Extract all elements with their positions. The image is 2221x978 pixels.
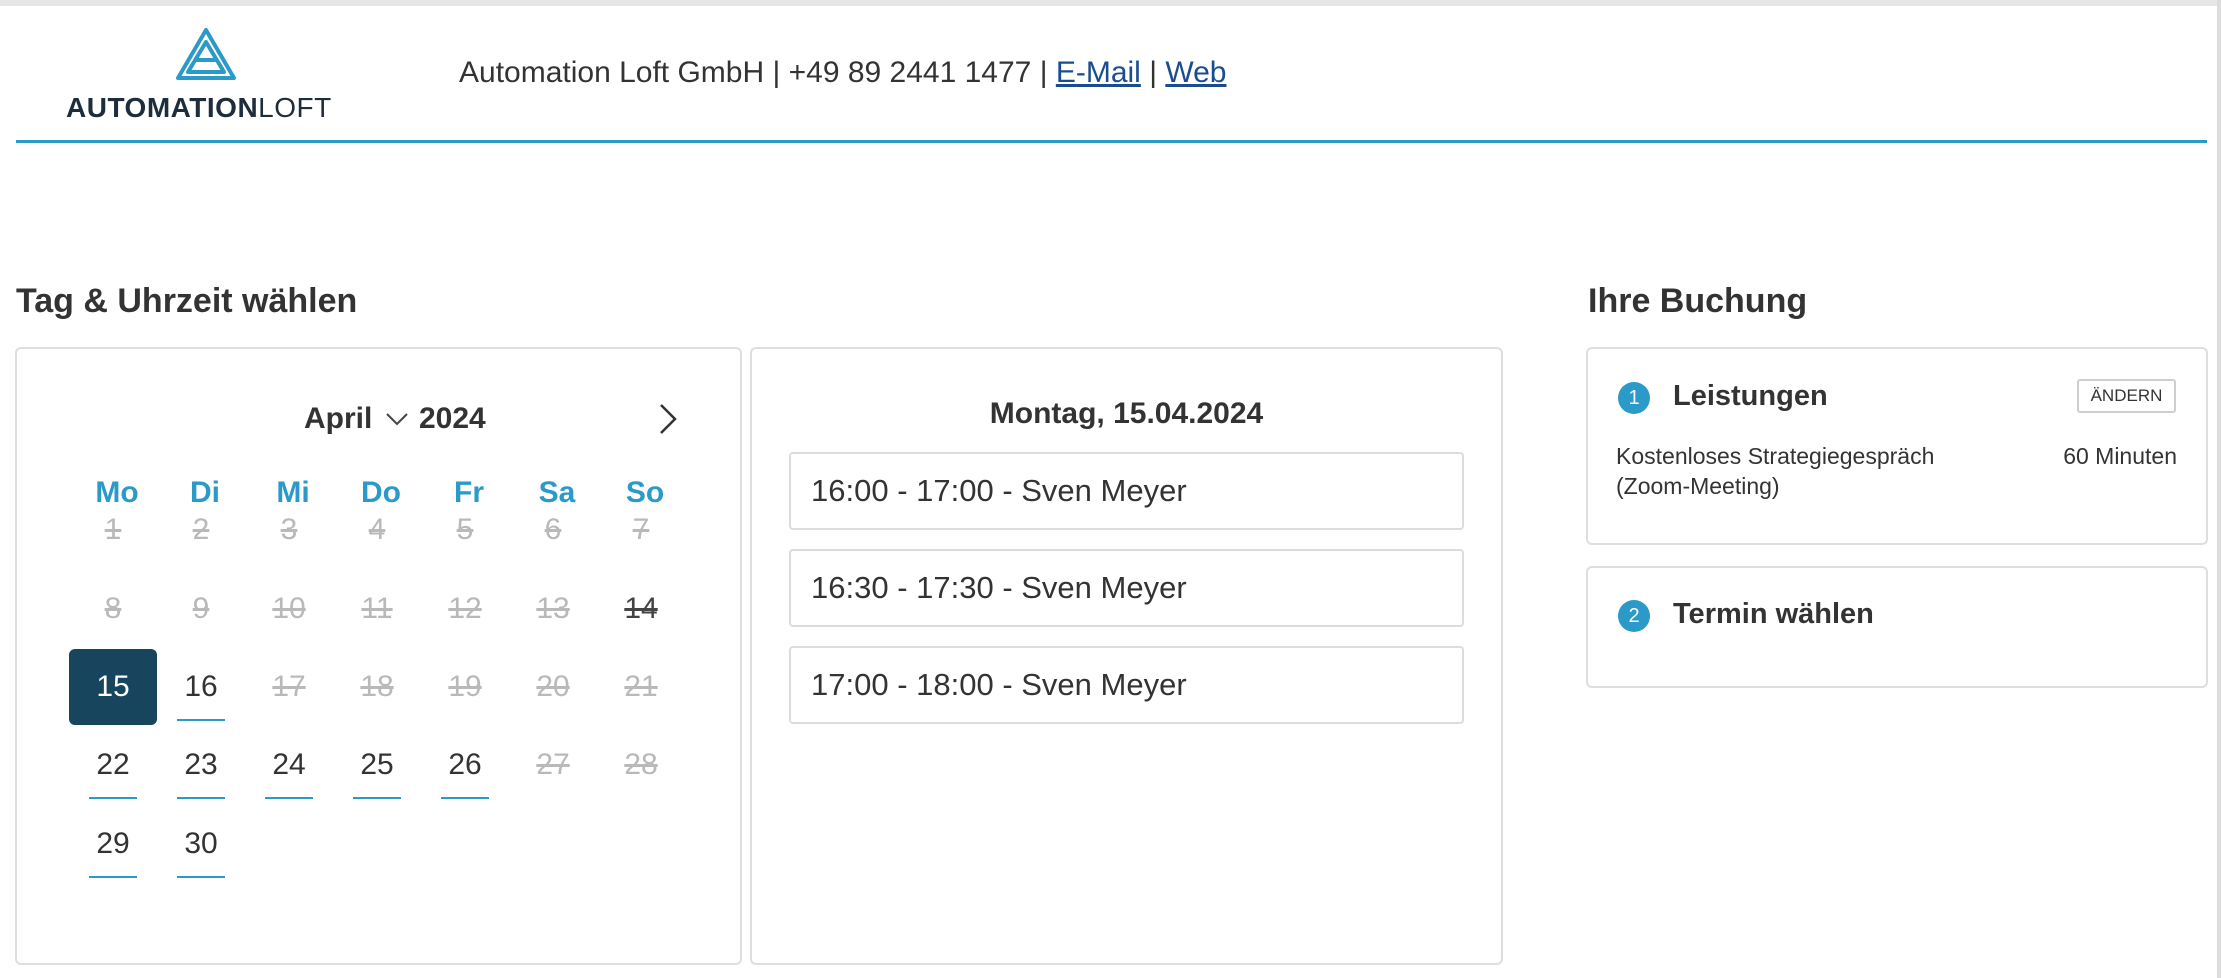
separator: | <box>1140 56 1166 89</box>
window-top-border <box>0 0 2221 6</box>
calendar-day[interactable]: 26 <box>421 727 509 803</box>
logo-wordmark-light: LOFT <box>258 92 332 123</box>
company-name: Automation Loft GmbH <box>459 56 765 89</box>
calendar-day[interactable]: 29 <box>69 806 157 882</box>
separator: | <box>1031 56 1056 89</box>
step-number-badge: 1 <box>1618 382 1650 414</box>
web-link[interactable]: Web <box>1165 56 1226 89</box>
calendar-day-selected[interactable]: 15 <box>69 649 157 725</box>
calendar-day: 4 <box>368 513 386 546</box>
separator: | <box>764 56 789 89</box>
calendar-day: 2 <box>192 513 210 546</box>
calendar-day: 9 <box>192 592 210 625</box>
calendar-day: 8 <box>104 592 122 625</box>
calendar-day: 17 <box>272 670 306 703</box>
calendar-day: 13 <box>536 592 570 625</box>
calendar-section-title: Tag & Uhrzeit wählen <box>16 282 358 320</box>
calendar-day[interactable]: 30 <box>157 806 245 882</box>
booking-section-title: Ihre Buchung <box>1588 282 1808 320</box>
company-logo: AUTOMATIONLOFT <box>66 26 350 124</box>
calendar-day: 3 <box>280 513 298 546</box>
calendar-day: 20 <box>536 670 570 703</box>
window-right-border <box>2217 0 2221 978</box>
step-number-badge: 2 <box>1618 600 1650 632</box>
calendar-day: 18 <box>360 670 394 703</box>
selected-date-heading: Montag, 15.04.2024 <box>989 397 1264 430</box>
change-services-button[interactable]: ÄNDERN <box>2077 379 2176 413</box>
service-name: Kostenloses Strategiegespräch (Zoom-Meet… <box>1616 443 1935 499</box>
year-label: 2024 <box>419 402 486 435</box>
logo-wordmark: AUTOMATIONLOFT <box>66 92 332 124</box>
calendar-day[interactable]: 16 <box>157 649 245 725</box>
calendar-day: 12 <box>448 592 482 625</box>
month-select[interactable]: April <box>304 402 372 436</box>
calendar-day: 6 <box>544 513 562 546</box>
time-slot-button[interactable]: 16:30 - 17:30 - Sven Meyer <box>789 549 1464 627</box>
calendar-day[interactable]: 25 <box>333 727 421 803</box>
calendar-day[interactable]: 23 <box>157 727 245 803</box>
phone-number: +49 89 2441 1477 <box>788 56 1032 89</box>
time-slot-button[interactable]: 17:00 - 18:00 - Sven Meyer <box>789 646 1464 724</box>
calendar-day: 7 <box>632 513 650 546</box>
step-title-appointment: Termin wählen <box>1673 598 1874 630</box>
calendar-day: 10 <box>272 592 306 625</box>
calendar-day: 11 <box>361 592 393 625</box>
time-slot-button[interactable]: 16:00 - 17:00 - Sven Meyer <box>789 452 1464 530</box>
service-duration: 60 Minuten <box>2063 443 2177 469</box>
chevron-right-icon[interactable] <box>652 400 682 442</box>
calendar-day: 28 <box>624 748 658 781</box>
email-link[interactable]: E-Mail <box>1056 56 1141 89</box>
header-divider <box>16 140 2207 143</box>
calendar-day: 5 <box>456 513 474 546</box>
calendar-day: 21 <box>624 670 658 703</box>
calendar-day: 19 <box>448 670 482 703</box>
chevron-down-icon[interactable] <box>384 406 410 436</box>
step-title-services: Leistungen <box>1673 380 1828 412</box>
calendar-day: 14 <box>624 592 658 625</box>
calendar-day: 27 <box>536 748 570 781</box>
calendar-day[interactable]: 22 <box>69 727 157 803</box>
calendar-day: 1 <box>104 513 122 546</box>
logo-wordmark-bold: AUTOMATION <box>66 92 259 123</box>
contact-bar: Automation Loft GmbH | +49 89 2441 1477 … <box>459 56 1226 90</box>
calendar-day[interactable]: 24 <box>245 727 333 803</box>
logo-mark-icon <box>176 28 236 80</box>
